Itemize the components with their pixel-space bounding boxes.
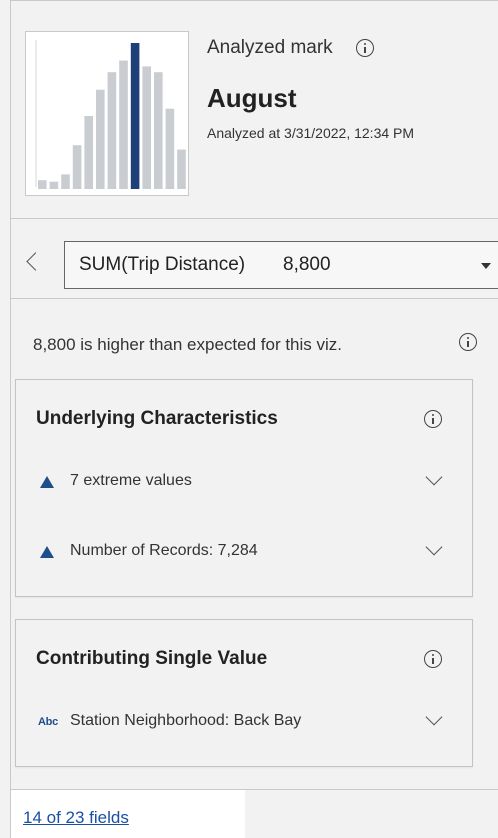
- thumbnail-bar: [84, 116, 93, 189]
- card-title: Contributing Single Value: [36, 648, 268, 669]
- thumbnail-bar: [142, 66, 151, 189]
- fields-link-area: 14 of 23 fields: [11, 790, 245, 838]
- card-title: Underlying Characteristics: [36, 408, 278, 429]
- explanation-label: 7 extreme values: [70, 472, 192, 489]
- thumbnail-bar: [177, 149, 186, 189]
- thumbnail-bar: [49, 181, 59, 189]
- thumbnail-bar: [119, 60, 128, 189]
- analyzed-timestamp: Analyzed at 3/31/2022, 12:34 PM: [207, 125, 415, 141]
- footer-bar: 14 of 23 fields: [11, 789, 498, 838]
- explain-data-panel: Analyzed mark August Analyzed at 3/31/20…: [10, 0, 498, 838]
- explanation-item[interactable]: 7 extreme values: [36, 468, 456, 498]
- explanation-item[interactable]: Abc Station Neighborhood: Back Bay: [36, 708, 456, 738]
- info-icon[interactable]: [424, 650, 442, 668]
- chevron-down-icon[interactable]: [425, 538, 443, 556]
- analyzed-mark-header: Analyzed mark August Analyzed at 3/31/20…: [11, 1, 498, 219]
- thumbnail-svg: [35, 40, 186, 189]
- underlying-characteristics-card: Underlying Characteristics 7 extreme val…: [15, 379, 473, 597]
- chevron-down-icon[interactable]: [425, 468, 443, 486]
- back-chevron-icon[interactable]: [23, 249, 43, 275]
- explanation-label: Station Neighborhood: Back Bay: [70, 712, 302, 729]
- thumbnail-bar: [72, 145, 82, 189]
- thumbnail-bar-highlighted: [130, 43, 140, 189]
- thumbnail-bar: [61, 174, 70, 189]
- analyzed-mark-label: Analyzed mark: [207, 37, 333, 58]
- expected-value-summary: 8,800 is higher than expected for this v…: [33, 335, 343, 354]
- thumbnail-bar: [154, 72, 163, 189]
- caret-down-icon: [481, 263, 491, 269]
- measure-name: SUM(Trip Distance): [79, 254, 246, 275]
- explanation-label: Number of Records: 7,284: [70, 542, 258, 559]
- thumbnail-bar: [96, 89, 105, 189]
- thumbnail-bar: [38, 180, 47, 189]
- measure-value: 8,800: [283, 254, 331, 275]
- measure-dropdown[interactable]: SUM(Trip Distance) 8,800: [64, 241, 498, 289]
- info-icon[interactable]: [356, 39, 374, 57]
- triangle-up-icon: [40, 546, 54, 558]
- info-icon[interactable]: [459, 333, 477, 351]
- abc-icon: Abc: [38, 716, 58, 728]
- thumbnail-bar: [165, 108, 175, 189]
- mark-thumbnail-chart: [25, 31, 189, 196]
- contributing-single-value-card: Contributing Single Value Abc Station Ne…: [15, 619, 473, 767]
- explanation-item[interactable]: Number of Records: 7,284: [36, 538, 456, 568]
- chevron-down-icon[interactable]: [425, 708, 443, 726]
- analyzed-mark-title: August: [207, 83, 297, 113]
- info-icon[interactable]: [424, 410, 442, 428]
- thumbnail-bar: [107, 72, 117, 189]
- triangle-up-icon: [40, 476, 54, 488]
- fields-count-link[interactable]: 14 of 23 fields: [23, 808, 129, 828]
- measure-selector-row: SUM(Trip Distance) 8,800: [11, 219, 498, 299]
